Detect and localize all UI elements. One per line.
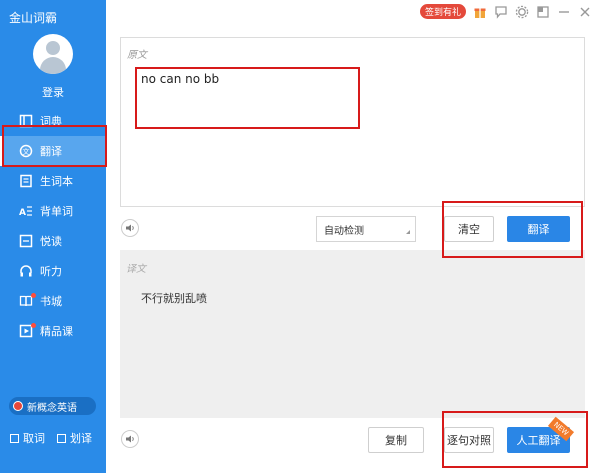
promo-label: 新概念英语 [27, 402, 77, 414]
sidebar-item-memorize[interactable]: A 背单词 [0, 196, 106, 226]
translate-icon: 文 [19, 144, 33, 158]
sidebar-item-label: 听力 [40, 265, 62, 278]
capture-word-checkbox[interactable] [10, 433, 19, 443]
copy-button[interactable]: 复制 [368, 427, 424, 453]
sidebar-item-bookstore[interactable]: 书城 [0, 286, 106, 316]
sidebar: 金山词霸 登录 词典 文 翻译 生词本 A 背单词 悦读 听力 书城 精品课 新… [0, 0, 106, 473]
sidebar-item-reading[interactable]: 悦读 [0, 226, 106, 256]
memorize-icon: A [19, 204, 33, 218]
svg-text:文: 文 [23, 147, 30, 156]
login-link[interactable]: 登录 [0, 84, 106, 100]
sidebar-item-translate[interactable]: 文 翻译 [0, 136, 106, 166]
option-capture-word[interactable]: 取词 [10, 430, 45, 446]
promo-icon [13, 401, 23, 411]
sidebar-item-label: 书城 [40, 295, 62, 308]
sidebar-item-label: 生词本 [40, 175, 73, 188]
app-title: 金山词霸 [9, 11, 58, 25]
sentence-compare-button[interactable]: 逐句对照 [444, 427, 494, 453]
translate-button[interactable]: 翻译 [507, 216, 570, 242]
vocabulary-book-icon [19, 174, 33, 188]
avatar[interactable] [33, 34, 73, 74]
dropdown-caret-icon [406, 230, 410, 234]
translate-main: 原文 no can no bb 自动检测 清空 翻译 译文 不行就别乱喷 复制 … [106, 0, 600, 473]
result-text[interactable]: 不行就别乱喷 [141, 290, 207, 306]
human-translation-button[interactable]: 人工翻译 NEW [507, 416, 575, 453]
sidebar-nav: 词典 文 翻译 生词本 A 背单词 悦读 听力 书城 精品课 [0, 106, 106, 346]
language-select[interactable]: 自动检测 [316, 216, 416, 242]
promo-new-concept-english[interactable]: 新概念英语 [9, 397, 96, 415]
sidebar-item-label: 背单词 [40, 205, 73, 218]
svg-text:A: A [19, 208, 26, 218]
sidebar-item-label: 翻译 [40, 145, 62, 158]
dictionary-icon [19, 114, 33, 128]
notification-dot [31, 293, 36, 298]
option-label: 取词 [23, 432, 45, 445]
sidebar-item-label: 悦读 [40, 235, 62, 248]
source-speaker-icon[interactable] [121, 219, 139, 237]
result-speaker-icon[interactable] [121, 430, 139, 448]
option-label: 划译 [70, 432, 92, 445]
bottom-options: 取词 划译 [10, 430, 92, 446]
sidebar-item-label: 精品课 [40, 325, 73, 338]
sidebar-item-dictionary[interactable]: 词典 [0, 106, 106, 136]
clear-button[interactable]: 清空 [444, 216, 494, 242]
sidebar-item-course[interactable]: 精品课 [0, 316, 106, 346]
sidebar-item-label: 词典 [40, 115, 62, 128]
notification-dot [31, 323, 36, 328]
headphones-icon [19, 264, 33, 278]
reading-icon [19, 234, 33, 248]
source-text[interactable]: no can no bb [141, 72, 219, 86]
result-area: 译文 不行就别乱喷 [120, 250, 585, 418]
language-select-value: 自动检测 [324, 225, 364, 237]
sidebar-item-vocabulary[interactable]: 生词本 [0, 166, 106, 196]
human-translation-label: 人工翻译 [516, 434, 561, 447]
result-label: 译文 [126, 264, 146, 275]
source-text-area[interactable]: 原文 no can no bb [120, 37, 585, 207]
option-select-translate[interactable]: 划译 [57, 430, 92, 446]
sidebar-item-listening[interactable]: 听力 [0, 256, 106, 286]
select-translate-checkbox[interactable] [57, 433, 66, 443]
source-label: 原文 [127, 50, 147, 61]
